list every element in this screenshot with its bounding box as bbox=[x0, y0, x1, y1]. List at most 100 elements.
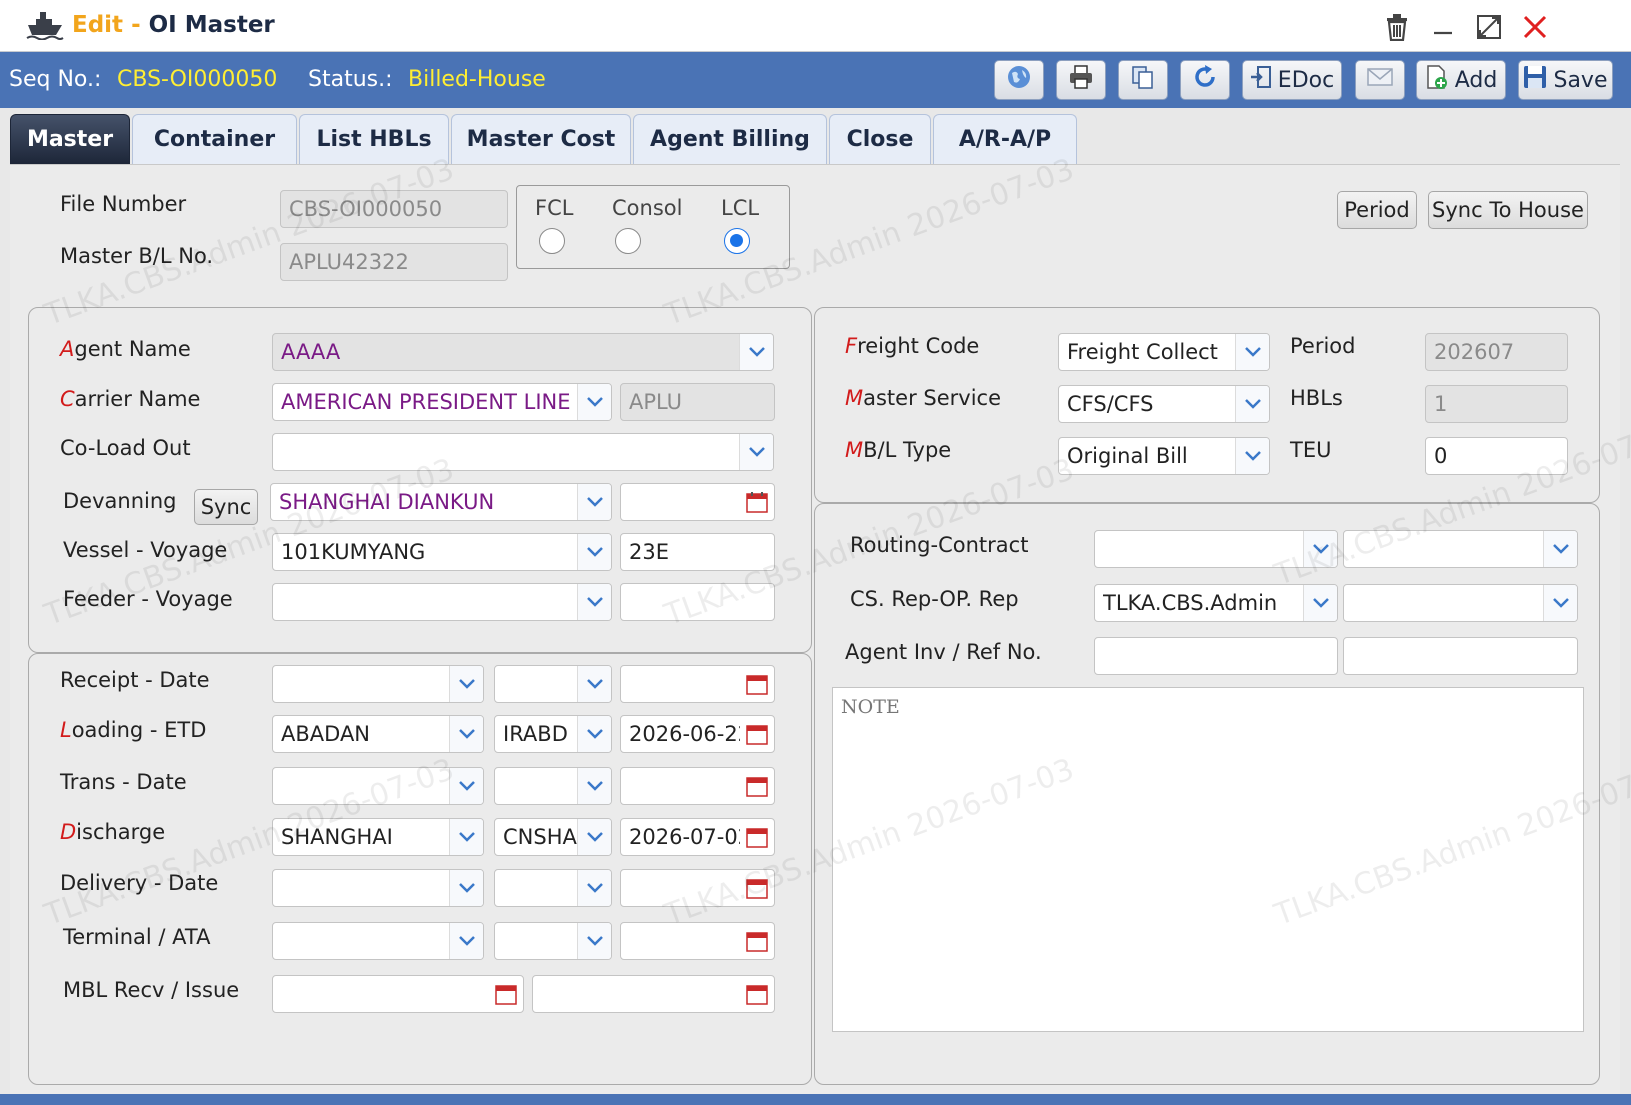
tab-ar-ap[interactable]: A/R-A/P bbox=[933, 114, 1077, 164]
devanning-date-field[interactable] bbox=[620, 483, 775, 521]
seq-label: Seq No.: bbox=[9, 67, 102, 92]
seq-value: CBS-OI000050 bbox=[117, 67, 278, 92]
teu-field[interactable]: 0 bbox=[1425, 437, 1568, 475]
feeder-voyage-field[interactable] bbox=[620, 583, 775, 621]
tab-list-hbls[interactable]: List HBLs bbox=[299, 114, 449, 164]
freight-code-select[interactable]: Freight Collect bbox=[1058, 333, 1270, 371]
globe-button[interactable] bbox=[994, 60, 1044, 100]
copy-button[interactable] bbox=[1118, 60, 1168, 100]
terminal-select[interactable] bbox=[272, 922, 484, 960]
period-field: 202607 bbox=[1425, 333, 1568, 371]
carrier-name-select[interactable]: AMERICAN PRESIDENT LINE , bbox=[272, 383, 612, 421]
consol-label: Consol bbox=[612, 196, 683, 220]
mbl-type-label: MB/L Type bbox=[845, 438, 952, 462]
op-rep-select[interactable] bbox=[1343, 584, 1578, 622]
trans-date-field[interactable] bbox=[620, 767, 775, 805]
chevron-down-icon bbox=[577, 870, 611, 906]
carrier-name-label: Carrier Name bbox=[60, 387, 201, 411]
receipt-date-label: Receipt - Date bbox=[60, 668, 210, 692]
save-button[interactable]: Save bbox=[1518, 60, 1613, 100]
tab-close[interactable]: Close bbox=[829, 114, 931, 164]
receipt-code-select[interactable] bbox=[494, 665, 612, 703]
receipt-port-select[interactable] bbox=[272, 665, 484, 703]
edoc-button[interactable]: EDoc bbox=[1242, 60, 1342, 100]
loading-code-select[interactable]: IRABD bbox=[494, 715, 612, 753]
chevron-down-icon bbox=[577, 923, 611, 959]
hbls-field: 1 bbox=[1425, 385, 1568, 423]
email-button[interactable] bbox=[1355, 60, 1405, 100]
loading-etd-field[interactable]: 2026-06-22 bbox=[620, 715, 775, 753]
cs-op-rep-label: CS. Rep-OP. Rep bbox=[850, 587, 1019, 611]
receipt-date-field[interactable] bbox=[620, 665, 775, 703]
delivery-date-field[interactable] bbox=[620, 869, 775, 907]
delivery-code-select[interactable] bbox=[494, 869, 612, 907]
chevron-down-icon bbox=[739, 434, 773, 470]
calendar-icon bbox=[740, 768, 774, 804]
fcl-radio[interactable] bbox=[539, 228, 565, 254]
ata-date-field[interactable] bbox=[620, 922, 775, 960]
tab-container[interactable]: Container bbox=[132, 114, 297, 164]
discharge-port-select[interactable]: SHANGHAI bbox=[272, 818, 484, 856]
cs-rep-select[interactable]: TLKA.CBS.Admin bbox=[1094, 584, 1338, 622]
chevron-down-icon bbox=[577, 384, 611, 420]
routing-select[interactable] bbox=[1094, 530, 1338, 568]
ship-icon bbox=[26, 10, 64, 44]
terminal-code-select[interactable] bbox=[494, 922, 612, 960]
coload-out-select[interactable] bbox=[272, 433, 774, 471]
delivery-port-select[interactable] bbox=[272, 869, 484, 907]
devanning-select[interactable]: SHANGHAI DIANKUN bbox=[270, 483, 612, 521]
add-button[interactable]: Add bbox=[1416, 60, 1506, 100]
chevron-down-icon bbox=[577, 768, 611, 804]
lcl-radio[interactable] bbox=[724, 228, 750, 254]
agent-name-label: Agent Name bbox=[60, 337, 191, 361]
globe-icon bbox=[1006, 64, 1032, 96]
maximize-icon[interactable] bbox=[1472, 10, 1506, 44]
loading-port-select[interactable]: ABADAN bbox=[272, 715, 484, 753]
chevron-down-icon bbox=[1303, 531, 1337, 567]
chevron-down-icon bbox=[577, 584, 611, 620]
tab-agent-billing[interactable]: Agent Billing bbox=[633, 114, 827, 164]
vessel-select[interactable]: 101KUMYANG bbox=[272, 533, 612, 571]
print-button[interactable] bbox=[1056, 60, 1106, 100]
close-icon[interactable] bbox=[1518, 10, 1552, 44]
chevron-down-icon bbox=[1235, 386, 1269, 422]
teu-label: TEU bbox=[1290, 438, 1332, 462]
file-number-label: File Number bbox=[60, 192, 187, 216]
master-service-select[interactable]: CFS/CFS bbox=[1058, 385, 1270, 423]
mbl-recv-date-field[interactable] bbox=[272, 975, 524, 1013]
voyage-field[interactable]: 23E bbox=[620, 533, 775, 571]
agent-ref-field[interactable] bbox=[1343, 637, 1578, 675]
agent-inv-field[interactable] bbox=[1094, 637, 1338, 675]
terminal-ata-label: Terminal / ATA bbox=[63, 925, 211, 949]
trans-port-select[interactable] bbox=[272, 767, 484, 805]
master-bl-label: Master B/L No. bbox=[60, 244, 214, 268]
period-button[interactable]: Period bbox=[1337, 191, 1417, 229]
feeder-select[interactable] bbox=[272, 583, 612, 621]
tab-master-cost[interactable]: Master Cost bbox=[451, 114, 631, 164]
sync-button[interactable]: Sync bbox=[194, 489, 258, 525]
mbl-issue-date-field[interactable] bbox=[532, 975, 775, 1013]
delivery-date-label: Delivery - Date bbox=[60, 871, 219, 895]
mbl-recv-issue-label: MBL Recv / Issue bbox=[63, 978, 240, 1002]
contract-select[interactable] bbox=[1343, 530, 1578, 568]
vessel-voyage-label: Vessel - Voyage bbox=[63, 538, 228, 562]
consol-radio[interactable] bbox=[615, 228, 641, 254]
trans-code-select[interactable] bbox=[494, 767, 612, 805]
chevron-down-icon bbox=[1543, 585, 1577, 621]
save-label: Save bbox=[1553, 67, 1608, 93]
agent-name-select[interactable]: AAAA bbox=[272, 333, 774, 371]
note-textarea[interactable]: NOTE bbox=[832, 687, 1584, 1032]
trans-date-label: Trans - Date bbox=[60, 770, 187, 794]
discharge-code-select[interactable]: CNSHA bbox=[494, 818, 612, 856]
minimize-icon[interactable] bbox=[1426, 10, 1460, 44]
envelope-icon bbox=[1367, 67, 1393, 93]
refresh-button[interactable] bbox=[1180, 60, 1230, 100]
discharge-date-field[interactable]: 2026-07-02 bbox=[620, 818, 775, 856]
chevron-down-icon bbox=[449, 923, 483, 959]
trash-icon[interactable] bbox=[1380, 10, 1414, 44]
sync-to-house-button[interactable]: Sync To House bbox=[1428, 191, 1588, 229]
chevron-down-icon bbox=[449, 768, 483, 804]
tab-master[interactable]: Master bbox=[10, 114, 130, 164]
title-mode: Edit bbox=[72, 12, 124, 38]
mbl-type-select[interactable]: Original Bill bbox=[1058, 437, 1270, 475]
